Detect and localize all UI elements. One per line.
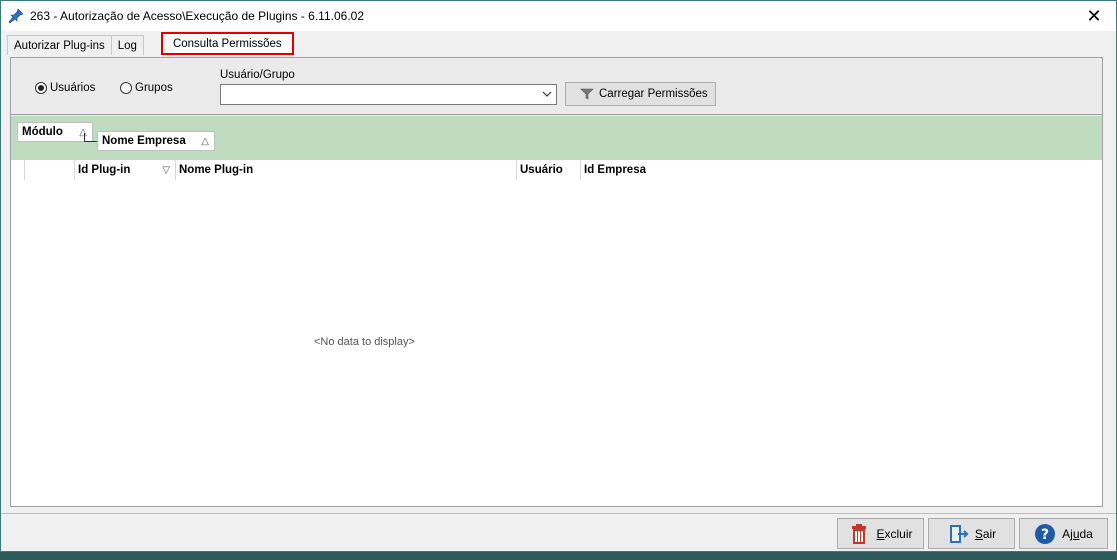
column-id-plugin[interactable]: Id Plug-in ▽ [74,160,175,180]
tab-autorizar-plugins[interactable]: Autorizar Plug-ins [7,35,112,55]
group-connector [84,133,98,142]
carregar-permissoes-button[interactable]: Carregar Permissões [565,82,716,106]
group-chip-nome-empresa[interactable]: Nome Empresa △ [97,131,215,151]
tab-log[interactable]: Log [110,35,144,55]
ajuda-button[interactable]: ? Ajuda [1019,518,1108,549]
close-button[interactable]: ✕ [1072,1,1116,31]
radio-usuarios[interactable]: Usuários [35,82,95,94]
group-chip-nome-empresa-label: Nome Empresa [102,135,186,147]
column-id-plugin-label: Id Plug-in [78,164,131,176]
chevron-down-icon [542,91,552,97]
pushpin-icon [8,8,24,24]
excluir-button[interactable]: Excluir [837,518,924,549]
empty-grid-message: <No data to display> [314,336,415,348]
trash-icon [852,523,867,544]
excluir-label: Excluir [876,526,913,541]
filter-bar: Usuários Grupos Usuário/Grupo Carregar P… [11,58,1102,115]
data-grid[interactable]: Id Plug-in ▽ Nome Plug-in Usuário Id Emp… [11,160,1102,506]
tab-consulta-permissoes[interactable]: Consulta Permissões [160,32,294,55]
carregar-permissoes-label: Carregar Permissões [599,88,708,100]
group-by-panel: Módulo △ Nome Empresa △ [11,116,1102,160]
sair-button[interactable]: Sair [928,518,1015,549]
column-id-empresa-label: Id Empresa [584,164,646,176]
radio-grupos-label: Grupos [135,82,173,94]
window-title: 263 - Autorização de Acesso\Execução de … [30,9,364,23]
group-chip-modulo-label: Módulo [22,126,63,138]
footer-divider [1,513,1116,514]
svg-text:?: ? [1041,527,1049,543]
close-icon: ✕ [1086,5,1102,26]
column-id-empresa[interactable]: Id Empresa [580,160,700,180]
title-bar: 263 - Autorização de Acesso\Execução de … [1,1,1116,31]
column-usuario-label: Usuário [520,164,563,176]
column-nome-plugin-label: Nome Plug-in [179,164,254,176]
tab-panel: Usuários Grupos Usuário/Grupo Carregar P… [10,57,1103,507]
radio-selected-icon [35,82,47,94]
grid-indicator-column [24,160,74,180]
radio-usuarios-label: Usuários [50,82,96,94]
radio-grupos[interactable]: Grupos [120,82,173,94]
exit-door-icon [949,524,969,543]
column-nome-plugin[interactable]: Nome Plug-in [175,160,516,180]
sort-desc-icon: ▽ [162,164,170,176]
sort-asc-icon: △ [201,135,209,147]
usuario-grupo-label: Usuário/Grupo [220,69,295,81]
ajuda-label: Ajuda [1062,526,1093,541]
help-icon: ? [1035,523,1056,544]
sair-label: Sair [974,526,997,541]
group-chip-modulo[interactable]: Módulo △ [17,122,93,142]
filter-icon [580,88,594,100]
radio-unselected-icon [120,82,132,94]
column-usuario[interactable]: Usuário [516,160,580,180]
tab-strip: Autorizar Plug-ins Log Consulta Permissõ… [7,32,294,55]
usuario-grupo-combo[interactable] [220,84,557,105]
main-window: 263 - Autorização de Acesso\Execução de … [0,0,1117,552]
